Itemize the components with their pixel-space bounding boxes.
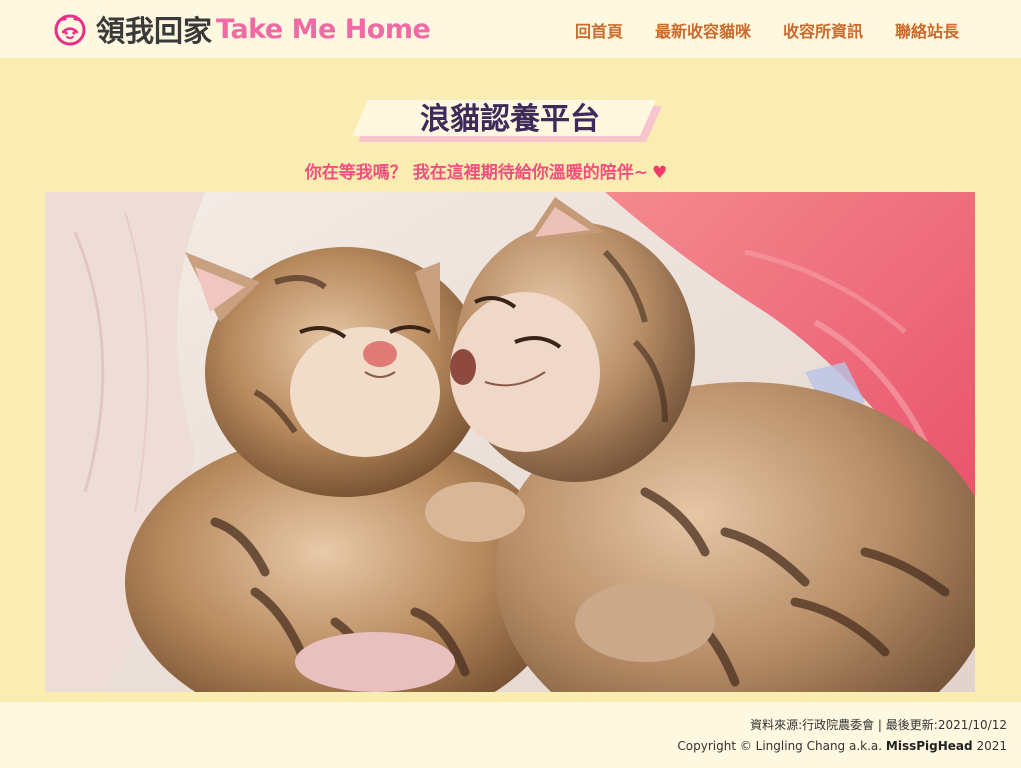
site-footer: 資料來源:行政院農委會 | 最後更新:2021/10/12 Copyright … xyxy=(0,702,1021,768)
hero-image xyxy=(45,192,975,692)
page-title: 浪貓認養平台 xyxy=(420,102,600,137)
nav-home[interactable]: 回首頁 xyxy=(575,18,623,42)
nav-shelter-info[interactable]: 收容所資訊 xyxy=(783,18,863,42)
site-header: 領我回家 Take Me Home 回首頁 最新收容貓咪 收容所資訊 聯絡站長 xyxy=(0,0,1021,58)
page-title-banner: 浪貓認養平台 xyxy=(351,100,663,146)
copyright: Copyright © Lingling Chang a.k.a. MissPi… xyxy=(677,739,1007,753)
main-nav: 回首頁 最新收容貓咪 收容所資訊 聯絡站長 xyxy=(575,18,959,42)
tagline-text: 你在等我嗎？ 我在這裡期待給你溫暖的陪伴~ xyxy=(304,163,648,183)
tagline: 你在等我嗎？ 我在這裡期待給你溫暖的陪伴~ ♥ xyxy=(0,158,972,183)
brand-name-english: Take Me Home xyxy=(216,13,431,45)
main-content: 浪貓認養平台 你在等我嗎？ 我在這裡期待給你溫暖的陪伴~ ♥ xyxy=(0,58,1021,702)
nav-contact[interactable]: 聯絡站長 xyxy=(895,18,959,42)
author-name: MissPigHead xyxy=(885,739,973,753)
cat-icon xyxy=(54,14,86,46)
copyright-text: Copyright © Lingling Chang a.k.a. xyxy=(677,739,883,753)
heart-icon: ♥ xyxy=(651,163,668,183)
nav-latest-cats[interactable]: 最新收容貓咪 xyxy=(655,18,751,42)
copyright-year: 2021 xyxy=(976,739,1007,753)
data-source-text: 資料來源:行政院農委會 | 最後更新:2021/10/12 xyxy=(750,718,1007,732)
brand-home-link[interactable]: 領我回家 Take Me Home xyxy=(52,10,431,48)
sleeping-kittens-photo xyxy=(45,192,975,692)
brand-name-chinese: 領我回家 xyxy=(96,14,213,48)
